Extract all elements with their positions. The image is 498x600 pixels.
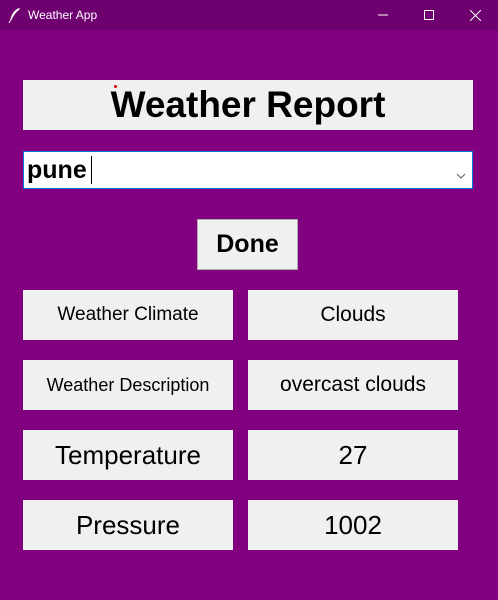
close-icon[interactable] [452,0,498,30]
page-title: Weather Report [23,80,473,130]
pressure-label: Pressure [23,500,233,550]
chevron-down-icon[interactable] [456,167,466,179]
window-title: Weather App [28,8,98,22]
weather-description-value: overcast clouds [248,360,458,410]
city-combobox[interactable]: pune [23,151,473,189]
maximize-icon[interactable] [406,0,452,30]
weather-climate-label: Weather Climate [23,290,233,340]
weather-climate-value: Clouds [248,290,458,340]
pressure-value: 1002 [248,500,458,550]
weather-description-label: Weather Description [23,360,233,410]
mouse-pointer-dot [114,85,117,88]
done-button[interactable]: Done [197,219,298,270]
feather-icon [8,7,22,24]
title-bar: Weather App [0,0,498,30]
temperature-label: Temperature [23,430,233,480]
text-cursor [91,156,92,184]
minimize-icon[interactable] [360,0,406,30]
temperature-value: 27 [248,430,458,480]
city-input-value[interactable]: pune [27,155,87,185]
